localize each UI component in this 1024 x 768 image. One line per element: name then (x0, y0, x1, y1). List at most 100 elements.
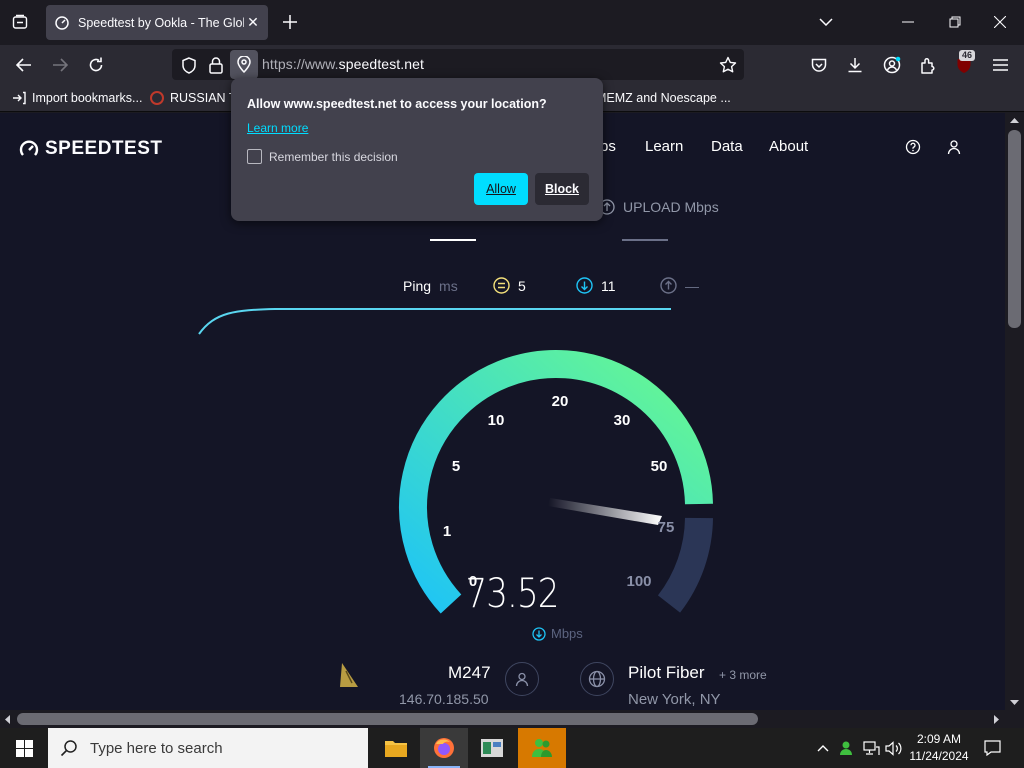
scroll-up-icon (1010, 118, 1019, 123)
gauge-tick-100: 100 (626, 573, 651, 590)
allow-button[interactable]: Allow (474, 173, 528, 205)
account-icon[interactable] (881, 54, 903, 76)
people-tray-icon[interactable] (836, 728, 858, 768)
url-text[interactable]: https://www.speedtest.net (262, 56, 424, 72)
show-hidden-icons-chevron-icon[interactable] (812, 728, 834, 768)
speedtest-favicon (54, 15, 70, 31)
tab-title: Speedtest by Ookla - The Global (78, 15, 244, 30)
remember-decision-checkbox[interactable] (247, 149, 262, 164)
scroll-left-icon (5, 715, 10, 724)
taskbar-search-box[interactable]: Type here to search (48, 728, 368, 768)
forward-icon[interactable] (49, 54, 71, 76)
search-icon (60, 740, 77, 757)
speed-graph-line (198, 308, 671, 335)
new-tab-icon[interactable] (280, 12, 300, 32)
url-bar[interactable]: https://www.speedtest.net (172, 49, 744, 80)
download-underline (430, 239, 476, 241)
location-permission-icon[interactable] (230, 50, 258, 79)
speed-gauge: 0 1 5 10 20 30 50 75 100 (399, 350, 713, 614)
gauge-tick-50: 50 (651, 458, 668, 475)
back-icon[interactable] (13, 54, 35, 76)
location-permission-popup: Allow www.speedtest.net to access your l… (231, 78, 603, 221)
remember-decision-label[interactable]: Remember this decision (269, 150, 398, 164)
file-explorer-app[interactable] (372, 728, 420, 768)
gauge-tick-5: 5 (452, 458, 460, 475)
network-icon[interactable] (860, 728, 882, 768)
volume-icon[interactable] (882, 728, 904, 768)
gauge-tick-75: 75 (658, 519, 675, 536)
minimize-icon[interactable] (898, 12, 918, 32)
scroll-right-icon (994, 715, 999, 724)
ping-icon (493, 277, 510, 294)
learn-more-link[interactable]: Learn more (247, 121, 308, 135)
speedtest-logo-icon (19, 140, 39, 156)
ublock-count-badge: 46 (959, 50, 976, 61)
server-location: New York, NY (628, 691, 721, 708)
user-circle-icon[interactable] (505, 662, 539, 696)
download-arrow-icon (576, 277, 593, 294)
download-ping-value: 11 (576, 277, 616, 294)
extensions-icon[interactable] (917, 54, 939, 76)
tab-close-icon[interactable]: ✕ (246, 14, 260, 31)
menu-icon[interactable] (989, 54, 1011, 76)
reload-icon[interactable] (85, 54, 107, 76)
app-window-icon (481, 739, 503, 757)
tab-list-icon[interactable] (10, 12, 30, 32)
isp-ip: 146.70.185.50 (399, 691, 489, 707)
app-window[interactable] (468, 728, 516, 768)
upload-ping-value: — (660, 277, 699, 294)
nav-about[interactable]: About (769, 138, 808, 155)
tracking-protection-shield-icon[interactable] (178, 54, 200, 76)
messenger-people-icon (532, 739, 552, 757)
server-more[interactable]: + 3 more (719, 668, 767, 682)
taskbar-clock[interactable]: 2:09 AM 11/24/2024 (904, 731, 974, 765)
lock-icon[interactable] (205, 54, 227, 76)
cursor-triangle-icon (338, 661, 362, 694)
tab-strip: Speedtest by Ookla - The Global ✕ (0, 0, 1024, 45)
upload-label: UPLOAD Mbps (599, 199, 719, 215)
bookmark-star-icon[interactable] (717, 54, 739, 76)
help-icon[interactable] (905, 139, 921, 160)
gauge-needle (548, 498, 662, 525)
permission-question: Allow www.speedtest.net to access your l… (247, 97, 547, 111)
isp-name: M247 (448, 663, 491, 682)
download-arrow-icon (532, 626, 546, 641)
start-button[interactable] (0, 728, 48, 768)
upload-arrow-icon (660, 277, 677, 294)
list-all-tabs-icon[interactable] (816, 12, 836, 32)
nav-data[interactable]: Data (711, 138, 743, 155)
globe-icon[interactable] (580, 662, 614, 696)
user-icon[interactable] (946, 139, 962, 160)
server-name[interactable]: Pilot Fiber (628, 663, 705, 683)
notifications-icon[interactable] (978, 728, 1006, 768)
messenger-app[interactable] (518, 728, 566, 768)
gauge-tick-1: 1 (443, 523, 451, 540)
pocket-icon[interactable] (808, 54, 830, 76)
bookmark-favicon-icon (150, 91, 164, 105)
upload-underline (622, 239, 668, 241)
bookmark-memz[interactable]: MEMZ and Noescape ... (596, 91, 731, 105)
ping-value: 5 (493, 277, 526, 294)
window-close-icon[interactable] (990, 12, 1010, 32)
ping-label: Ping ms (403, 278, 458, 294)
horizontal-scroll-thumb[interactable] (17, 713, 758, 725)
gauge-tick-10: 10 (488, 412, 505, 429)
firefox-app[interactable] (420, 728, 468, 768)
tab-speedtest[interactable]: Speedtest by Ookla - The Global ✕ (46, 5, 268, 40)
speed-value: 73.52 (465, 571, 559, 617)
vertical-scroll-thumb[interactable] (1008, 130, 1021, 328)
nav-learn[interactable]: Learn (645, 138, 683, 155)
bookmark-import[interactable]: Import bookmarks... (12, 91, 142, 105)
downloads-icon[interactable] (844, 54, 866, 76)
speed-unit: Mbps (532, 626, 583, 641)
gauge-tick-30: 30 (614, 412, 631, 429)
windows-taskbar: Type here to search 2:09 AM 11/24/2024 (0, 728, 1024, 768)
speedtest-logo[interactable]: SPEEDTEST (19, 138, 162, 160)
gauge-tick-20: 20 (552, 393, 569, 410)
block-button[interactable]: Block (535, 173, 589, 205)
windows-logo-icon (15, 739, 33, 757)
restore-icon[interactable] (945, 12, 965, 32)
scroll-down-icon (1010, 700, 1019, 705)
folder-icon (385, 741, 407, 757)
firefox-icon (434, 738, 454, 758)
